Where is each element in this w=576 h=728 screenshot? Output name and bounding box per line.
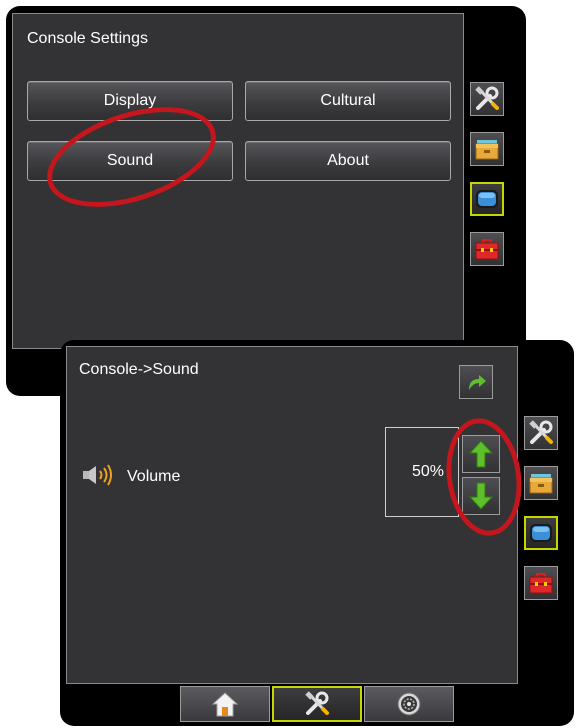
monitor-icon — [530, 524, 552, 542]
folder-icon — [529, 474, 553, 494]
toolbox-icon — [529, 573, 553, 594]
monitor-icon — [476, 190, 498, 208]
tools-icon — [475, 86, 499, 110]
cultural-button[interactable]: Cultural — [245, 81, 451, 121]
toolbox-icon — [475, 239, 499, 260]
side-tab-folder[interactable] — [524, 466, 558, 500]
back-button[interactable] — [459, 365, 493, 399]
bottom-tab-gauge[interactable] — [364, 686, 454, 722]
folder-icon — [475, 140, 499, 160]
side-tab-monitor[interactable] — [524, 516, 558, 550]
side-tab-monitor[interactable] — [470, 182, 504, 216]
home-icon — [211, 692, 239, 717]
volume-value: 50% — [411, 463, 444, 480]
volume-label: Volume — [127, 468, 181, 485]
sound-panel: Console->Sound Volume 50% — [66, 346, 518, 684]
speaker-icon — [83, 464, 112, 486]
side-tab-tools[interactable] — [524, 416, 558, 450]
tools-icon — [305, 691, 329, 715]
side-tab-folder[interactable] — [470, 132, 504, 166]
side-tab-tools[interactable] — [470, 82, 504, 116]
tools-icon — [529, 420, 553, 444]
page-title: Console Settings — [27, 30, 148, 47]
bottom-tab-tools[interactable] — [272, 686, 362, 722]
about-button[interactable]: About — [245, 141, 451, 181]
bottom-tab-home[interactable] — [180, 686, 270, 722]
gauge-icon — [397, 692, 421, 716]
side-tab-toolbox[interactable] — [470, 232, 504, 266]
page-title: Console->Sound — [79, 361, 199, 378]
side-tab-toolbox[interactable] — [524, 566, 558, 600]
return-arrow-icon — [469, 375, 486, 390]
